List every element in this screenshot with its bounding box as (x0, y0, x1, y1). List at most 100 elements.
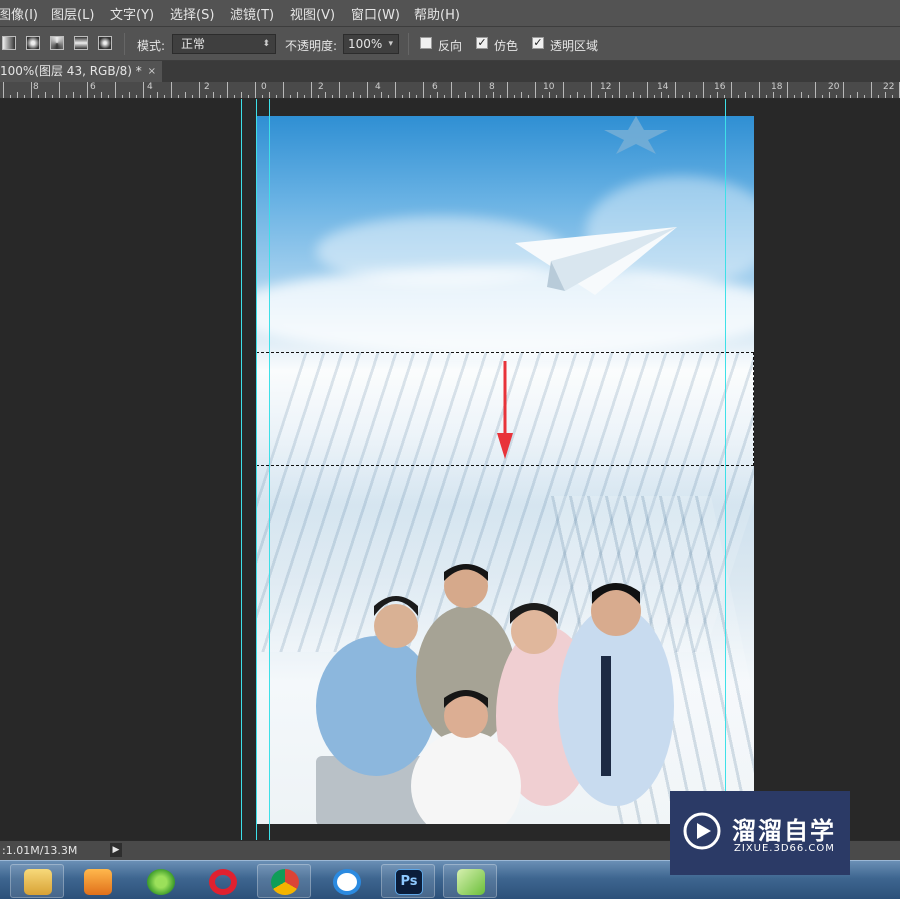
ruler-tick (122, 95, 123, 98)
guide-line[interactable] (269, 99, 270, 840)
ruler-tick (283, 82, 284, 98)
angle-gradient-button[interactable] (50, 36, 64, 50)
menu-image[interactable]: 图像(I) (0, 4, 38, 23)
ruler-label: 12 (600, 82, 612, 92)
taskbar-opera[interactable] (195, 864, 249, 898)
ruler-tick (388, 95, 389, 98)
close-icon[interactable]: × (148, 61, 156, 82)
taskbar-360-browser[interactable] (133, 864, 187, 898)
ruler-tick (213, 92, 214, 98)
menu-select[interactable]: 选择(S) (170, 4, 214, 23)
workspace[interactable] (0, 99, 900, 840)
ruler-tick (206, 95, 207, 98)
taskbar-photoshop[interactable]: Ps (381, 864, 435, 898)
opacity-value: 100% (348, 37, 383, 51)
guide-line[interactable] (241, 99, 242, 840)
ruler-tick (31, 82, 32, 98)
chevron-down-icon[interactable]: ▾ (388, 35, 393, 53)
radial-gradient-button[interactable] (26, 36, 40, 50)
ruler-tick (815, 82, 816, 98)
ruler-tick (94, 95, 95, 98)
ruler-tick (521, 92, 522, 98)
ruler-tick (766, 95, 767, 98)
watermark-subtitle: ZIXUE.3D66.COM (734, 843, 835, 854)
ruler-tick (24, 95, 25, 98)
horizontal-ruler[interactable]: 8 6 4 2 0 2 4 6 8 10 12 14 16 18 20 22 (0, 82, 900, 99)
ruler-tick (220, 95, 221, 98)
ruler-tick (73, 92, 74, 98)
ruler-tick (619, 82, 620, 98)
reflected-gradient-button[interactable] (74, 36, 88, 50)
status-menu-arrow-icon[interactable]: ▶ (110, 843, 122, 857)
menu-window[interactable]: 窗口(W) (351, 4, 400, 23)
opacity-field[interactable]: 100% ▾ (343, 34, 399, 54)
ruler-tick (325, 92, 326, 98)
ruler-tick (269, 92, 270, 98)
ruler-tick (101, 92, 102, 98)
ruler-tick (80, 95, 81, 98)
ruler-tick (360, 95, 361, 98)
ruler-tick (822, 95, 823, 98)
cloud-icon (333, 869, 361, 895)
taskbar-green-app[interactable] (443, 864, 497, 898)
ruler-tick (458, 95, 459, 98)
reverse-checkbox[interactable] (420, 37, 432, 49)
ruler-tick (241, 92, 242, 98)
ruler-tick (773, 92, 774, 98)
ruler-tick (353, 92, 354, 98)
menu-view[interactable]: 视图(V) (290, 4, 335, 23)
menu-type[interactable]: 文字(Y) (110, 4, 154, 23)
ruler-tick (647, 82, 648, 98)
ruler-tick (584, 95, 585, 98)
ruler-tick (367, 82, 368, 98)
ruler-tick (752, 95, 753, 98)
ruler-tick (45, 92, 46, 98)
ruler-tick (745, 92, 746, 98)
taskbar-chrome[interactable] (257, 864, 311, 898)
menu-layer[interactable]: 图层(L) (51, 4, 94, 23)
transparency-label: 透明区域 (550, 39, 599, 53)
ruler-tick (843, 82, 844, 98)
diamond-gradient-button[interactable] (98, 36, 112, 50)
folder-icon (24, 869, 52, 895)
ruler-tick (759, 82, 760, 98)
chrome-icon (271, 869, 299, 895)
mode-select[interactable]: 正常 ⬍ (172, 34, 276, 54)
menu-help[interactable]: 帮助(H) (414, 4, 460, 23)
taskbar-media-player[interactable] (70, 864, 124, 898)
ruler-label: 16 (714, 82, 726, 92)
ruler-tick (850, 95, 851, 98)
ruler-tick (836, 95, 837, 98)
ruler-tick (234, 95, 235, 98)
linear-gradient-button[interactable] (2, 36, 16, 50)
ruler-tick (710, 95, 711, 98)
ruler-label: 8 (33, 82, 39, 92)
document-canvas[interactable] (256, 116, 754, 824)
document-tab[interactable]: 100%(图层 43, RGB/8) * × (0, 61, 162, 82)
ruler-tick (402, 95, 403, 98)
ruler-tick (717, 92, 718, 98)
guide-line[interactable] (256, 99, 257, 840)
dither-checkbox[interactable]: ✓ (476, 37, 488, 49)
ruler-tick (514, 95, 515, 98)
taskbar-file-explorer[interactable] (10, 864, 64, 898)
ruler-tick (143, 82, 144, 98)
menu-filter[interactable]: 滤镜(T) (230, 4, 274, 23)
transparency-checkbox[interactable]: ✓ (532, 37, 544, 49)
ruler-tick (115, 82, 116, 98)
guide-line[interactable] (725, 99, 726, 840)
ruler-label: 2 (204, 82, 210, 92)
mode-label: 模式: (137, 39, 166, 53)
ruler-tick (675, 82, 676, 98)
ruler-label: 0 (261, 82, 267, 92)
ruler-label: 14 (657, 82, 669, 92)
taskbar-baidu-netdisk[interactable] (319, 864, 373, 898)
ruler-label: 20 (828, 82, 840, 92)
ruler-tick (465, 92, 466, 98)
reverse-label: 反向 (438, 39, 463, 53)
ruler-tick (304, 95, 305, 98)
ruler-tick (857, 92, 858, 98)
mode-value: 正常 (181, 37, 206, 51)
ruler-tick (38, 95, 39, 98)
ruler-tick (150, 95, 151, 98)
